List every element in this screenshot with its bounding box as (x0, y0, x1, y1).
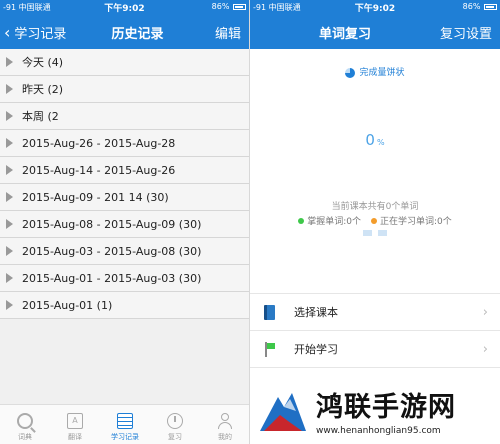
history-screen: -91 中国联通 下午9:02 86% ‹ 学习记录 历史记录 编辑 今天 (4… (0, 0, 250, 444)
history-row-label: 2015-Aug-26 - 2015-Aug-28 (22, 136, 176, 150)
expand-triangle-icon (6, 273, 13, 283)
learning-text: 正在学习单词:0个 (380, 217, 452, 227)
history-row[interactable]: 今天 (4) (0, 49, 249, 76)
review-settings-button[interactable]: 复习设置 (440, 23, 492, 42)
nav-bar: 单词复习 复习设置 (250, 14, 500, 49)
history-row[interactable]: 本周 (2 (0, 103, 249, 130)
site-watermark: 鸿联手游网 www.henanhonglian95.com (250, 376, 500, 444)
history-row[interactable]: 2015-Aug-01 - 2015-Aug-03 (30) (0, 265, 249, 292)
history-row[interactable]: 2015-Aug-09 - 201 14 (30) (0, 184, 249, 211)
search-icon (17, 413, 33, 429)
progress-percent: 0% (250, 131, 500, 149)
tab-review[interactable]: 复习 (150, 405, 200, 444)
review-menu: 选择课本 › 开始学习 › (250, 293, 500, 368)
horse-logo-icon (260, 393, 306, 431)
history-row-label: 2015-Aug-01 (1) (22, 298, 113, 312)
expand-triangle-icon (6, 84, 13, 94)
translate-icon: A (67, 413, 83, 429)
history-row[interactable]: 昨天 (2) (0, 76, 249, 103)
learning-stat: 正在学习单词:0个 (371, 214, 452, 227)
history-row-label: 2015-Aug-01 - 2015-Aug-03 (30) (22, 271, 202, 285)
menu-label: 选择课本 (294, 306, 338, 319)
indicator-block (363, 230, 372, 236)
mastered-stat: 掌握单词:0个 (298, 214, 361, 227)
tab-dictionary[interactable]: 词典 (0, 405, 50, 444)
history-row[interactable]: 2015-Aug-26 - 2015-Aug-28 (0, 130, 249, 157)
pie-chart-icon (345, 67, 356, 78)
expand-triangle-icon (6, 57, 13, 67)
history-row-label: 今天 (4) (22, 56, 64, 69)
clock-icon (167, 413, 183, 429)
history-row-label: 本周 (2 (22, 110, 59, 123)
history-row[interactable]: 2015-Aug-03 - 2015-Aug-08 (30) (0, 238, 249, 265)
tab-label: 翻译 (68, 433, 82, 441)
chevron-right-icon: › (482, 305, 488, 320)
indicator-block (378, 230, 387, 236)
tab-label: 我的 (218, 433, 232, 441)
chevron-right-icon: › (482, 342, 488, 357)
watermark-url: www.henanhonglian95.com (316, 425, 441, 436)
word-stats: 掌握单词:0个 正在学习单词:0个 (250, 214, 500, 227)
expand-triangle-icon (6, 300, 13, 310)
tab-study-record[interactable]: 学习记录 (100, 405, 150, 444)
expand-triangle-icon (6, 165, 13, 175)
page-title: 单词复习 (318, 27, 371, 42)
percent-sign: % (376, 138, 385, 147)
history-row-label: 2015-Aug-08 - 2015-Aug-09 (30) (22, 217, 202, 231)
chevron-left-icon: ‹ (4, 23, 11, 42)
history-row[interactable]: 2015-Aug-14 - 2015-Aug-26 (0, 157, 249, 184)
history-row-label: 2015-Aug-03 - 2015-Aug-08 (30) (22, 244, 202, 258)
battery-percent: 86% (462, 2, 481, 11)
edit-button[interactable]: 编辑 (215, 23, 241, 42)
history-row-label: 2015-Aug-09 - 201 14 (30) (22, 190, 169, 204)
expand-triangle-icon (6, 111, 13, 121)
mastered-text: 掌握单词:0个 (307, 217, 361, 227)
battery-icon (233, 3, 246, 10)
orange-dot-icon (371, 217, 377, 224)
start-learning-row[interactable]: 开始学习 › (250, 330, 500, 368)
nav-bar: ‹ 学习记录 历史记录 编辑 (0, 14, 249, 49)
history-row-label: 昨天 (2) (22, 83, 64, 96)
tab-label: 学习记录 (111, 433, 139, 441)
tab-translate[interactable]: A 翻译 (50, 405, 100, 444)
expand-triangle-icon (6, 138, 13, 148)
tab-label: 词典 (18, 433, 32, 441)
battery-icon (484, 3, 497, 10)
select-textbook-row[interactable]: 选择课本 › (250, 293, 500, 331)
flag-icon (264, 341, 275, 357)
battery-indicator: 86% (463, 2, 497, 11)
pie-chart-label[interactable]: 完成量饼状 (250, 65, 500, 78)
tab-bar: 词典 A 翻译 学习记录 复习 我的 (0, 404, 249, 444)
person-icon (217, 413, 233, 429)
expand-triangle-icon (6, 192, 13, 202)
book-icon (264, 304, 275, 320)
battery-percent: 86% (211, 2, 230, 11)
tab-me[interactable]: 我的 (200, 405, 249, 444)
pie-chart-text: 完成量饼状 (359, 68, 405, 78)
word-total: 当前课本共有0个单词 (331, 202, 419, 212)
history-list: 今天 (4) 昨天 (2) 本周 (2 2015-Aug-26 - 2015-A… (0, 49, 249, 319)
battery-indicator: 86% (212, 2, 246, 11)
expand-triangle-icon (6, 246, 13, 256)
page-indicator (250, 230, 500, 236)
green-dot-icon (298, 217, 305, 224)
watermark-title: 鸿联手游网 (316, 391, 456, 423)
history-row-label: 2015-Aug-14 - 2015-Aug-26 (22, 163, 176, 177)
menu-label: 开始学习 (294, 343, 338, 356)
expand-triangle-icon (6, 219, 13, 229)
status-bar: -91 中国联通 下午9:02 86% (0, 0, 249, 14)
status-bar: -91 中国联通 下午9:02 86% (250, 0, 500, 14)
notes-icon (117, 413, 133, 429)
history-row[interactable]: 2015-Aug-01 (1) (0, 292, 249, 319)
tab-label: 复习 (168, 433, 182, 441)
percent-value: 0 (365, 131, 375, 149)
history-row[interactable]: 2015-Aug-08 - 2015-Aug-09 (30) (0, 211, 249, 238)
